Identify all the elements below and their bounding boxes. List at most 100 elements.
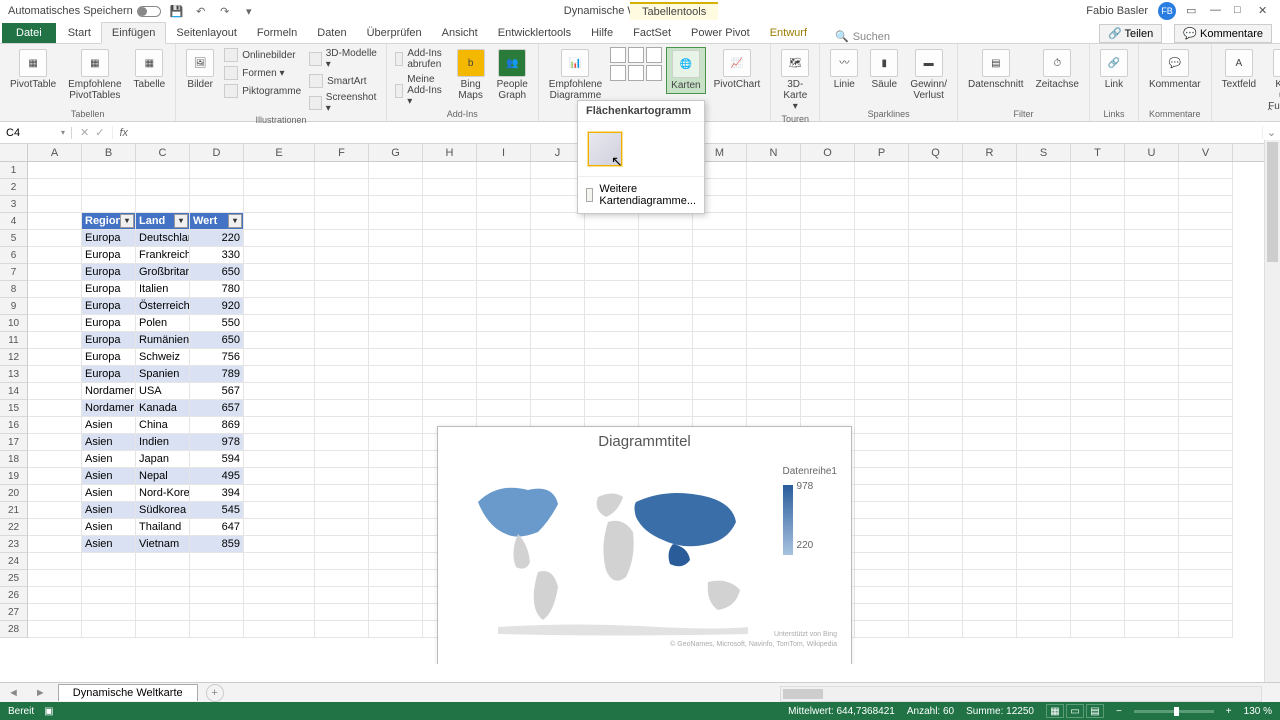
cell-J10[interactable] bbox=[531, 315, 585, 332]
cell-T27[interactable] bbox=[1071, 604, 1125, 621]
cell-V5[interactable] bbox=[1179, 230, 1233, 247]
cell-T17[interactable] bbox=[1071, 434, 1125, 451]
cell-D13[interactable]: 789 bbox=[190, 366, 244, 383]
cell-V10[interactable] bbox=[1179, 315, 1233, 332]
cell-J12[interactable] bbox=[531, 349, 585, 366]
cell-E21[interactable] bbox=[244, 502, 315, 519]
column-header-S[interactable]: S bbox=[1017, 144, 1071, 161]
cell-C16[interactable]: China bbox=[136, 417, 190, 434]
cell-R14[interactable] bbox=[963, 383, 1017, 400]
cell-J7[interactable] bbox=[531, 264, 585, 281]
cell-T3[interactable] bbox=[1071, 196, 1125, 213]
cell-N2[interactable] bbox=[747, 179, 801, 196]
cell-Q25[interactable] bbox=[909, 570, 963, 587]
cell-M15[interactable] bbox=[693, 400, 747, 417]
cell-P3[interactable] bbox=[855, 196, 909, 213]
people-graph-button[interactable]: 👥People Graph bbox=[493, 47, 532, 103]
cell-I11[interactable] bbox=[477, 332, 531, 349]
close-icon[interactable]: ✕ bbox=[1258, 4, 1272, 18]
tab-daten[interactable]: Daten bbox=[307, 23, 356, 43]
cell-J11[interactable] bbox=[531, 332, 585, 349]
textbox-button[interactable]: ATextfeld bbox=[1218, 47, 1260, 92]
cell-K4[interactable] bbox=[585, 213, 639, 230]
cell-G13[interactable] bbox=[369, 366, 423, 383]
cell-G25[interactable] bbox=[369, 570, 423, 587]
cell-F27[interactable] bbox=[315, 604, 369, 621]
cell-V21[interactable] bbox=[1179, 502, 1233, 519]
cell-T19[interactable] bbox=[1071, 468, 1125, 485]
cell-C9[interactable]: Österreich bbox=[136, 298, 190, 315]
line-chart-icon[interactable] bbox=[628, 47, 644, 63]
cell-N5[interactable] bbox=[747, 230, 801, 247]
row-header-22[interactable]: 22 bbox=[0, 519, 28, 536]
cell-J13[interactable] bbox=[531, 366, 585, 383]
cell-G8[interactable] bbox=[369, 281, 423, 298]
cell-F12[interactable] bbox=[315, 349, 369, 366]
fx-icon[interactable]: fx bbox=[113, 127, 134, 139]
recommended-charts-button[interactable]: 📊Empfohlene Diagramme bbox=[545, 47, 606, 103]
cell-F24[interactable] bbox=[315, 553, 369, 570]
cell-M9[interactable] bbox=[693, 298, 747, 315]
cell-G24[interactable] bbox=[369, 553, 423, 570]
share-button[interactable]: 🔗 Teilen bbox=[1099, 24, 1162, 43]
cell-V24[interactable] bbox=[1179, 553, 1233, 570]
cell-B10[interactable]: Europa bbox=[82, 315, 136, 332]
name-box-dropdown-icon[interactable]: ▾ bbox=[61, 128, 65, 137]
cell-Q16[interactable] bbox=[909, 417, 963, 434]
cell-V16[interactable] bbox=[1179, 417, 1233, 434]
cell-U14[interactable] bbox=[1125, 383, 1179, 400]
cell-B8[interactable]: Europa bbox=[82, 281, 136, 298]
pivotchart-button[interactable]: 📈PivotChart bbox=[710, 47, 765, 92]
cell-U10[interactable] bbox=[1125, 315, 1179, 332]
cell-T24[interactable] bbox=[1071, 553, 1125, 570]
cell-U11[interactable] bbox=[1125, 332, 1179, 349]
cell-A25[interactable] bbox=[28, 570, 82, 587]
cell-Q14[interactable] bbox=[909, 383, 963, 400]
cell-E7[interactable] bbox=[244, 264, 315, 281]
minimize-icon[interactable]: — bbox=[1210, 4, 1224, 18]
page-break-view-icon[interactable]: ▤ bbox=[1086, 704, 1104, 718]
cell-V19[interactable] bbox=[1179, 468, 1233, 485]
cell-V4[interactable] bbox=[1179, 213, 1233, 230]
cell-T8[interactable] bbox=[1071, 281, 1125, 298]
cell-A7[interactable] bbox=[28, 264, 82, 281]
cell-R17[interactable] bbox=[963, 434, 1017, 451]
cell-E27[interactable] bbox=[244, 604, 315, 621]
cell-T21[interactable] bbox=[1071, 502, 1125, 519]
cell-S8[interactable] bbox=[1017, 281, 1071, 298]
cell-D4[interactable]: Wert▾ bbox=[190, 213, 244, 230]
more-map-charts-button[interactable]: Weitere Kartendiagramme... bbox=[578, 176, 704, 213]
cell-S24[interactable] bbox=[1017, 553, 1071, 570]
cell-G22[interactable] bbox=[369, 519, 423, 536]
cell-G17[interactable] bbox=[369, 434, 423, 451]
cell-R10[interactable] bbox=[963, 315, 1017, 332]
cell-C11[interactable]: Rumänien bbox=[136, 332, 190, 349]
cell-R26[interactable] bbox=[963, 587, 1017, 604]
cell-A13[interactable] bbox=[28, 366, 82, 383]
row-header-21[interactable]: 21 bbox=[0, 502, 28, 519]
cell-L14[interactable] bbox=[639, 383, 693, 400]
cell-E24[interactable] bbox=[244, 553, 315, 570]
cell-F14[interactable] bbox=[315, 383, 369, 400]
cell-Q7[interactable] bbox=[909, 264, 963, 281]
cell-N14[interactable] bbox=[747, 383, 801, 400]
row-header-19[interactable]: 19 bbox=[0, 468, 28, 485]
pictures-button[interactable]: 🖼Bilder bbox=[182, 47, 218, 92]
cell-T16[interactable] bbox=[1071, 417, 1125, 434]
cell-O8[interactable] bbox=[801, 281, 855, 298]
cell-J8[interactable] bbox=[531, 281, 585, 298]
cell-E8[interactable] bbox=[244, 281, 315, 298]
cell-S10[interactable] bbox=[1017, 315, 1071, 332]
row-header-9[interactable]: 9 bbox=[0, 298, 28, 315]
cell-O12[interactable] bbox=[801, 349, 855, 366]
cell-Q17[interactable] bbox=[909, 434, 963, 451]
cell-F9[interactable] bbox=[315, 298, 369, 315]
cell-O10[interactable] bbox=[801, 315, 855, 332]
cell-M12[interactable] bbox=[693, 349, 747, 366]
cell-U22[interactable] bbox=[1125, 519, 1179, 536]
cell-U23[interactable] bbox=[1125, 536, 1179, 553]
cell-S12[interactable] bbox=[1017, 349, 1071, 366]
cell-K12[interactable] bbox=[585, 349, 639, 366]
cell-N6[interactable] bbox=[747, 247, 801, 264]
cell-Q8[interactable] bbox=[909, 281, 963, 298]
